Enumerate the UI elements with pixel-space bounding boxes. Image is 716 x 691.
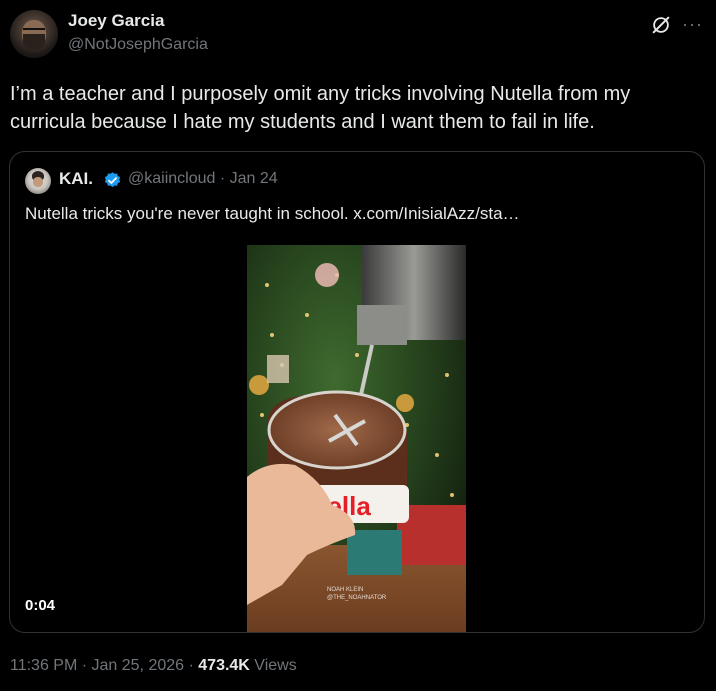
video-thumbnail: nutella NOAH KLEIN @THE_NOAHNATOR	[247, 245, 466, 632]
views-label: Views	[249, 657, 297, 674]
video-watermark-handle: @THE_NOAHNATOR	[327, 595, 387, 601]
video-duration: 0:04	[25, 597, 56, 614]
footer-separator-2: ·	[184, 657, 199, 674]
tweet-time[interactable]: 11:36 PM	[10, 657, 77, 674]
tweet-text: I’m a teacher and I purposely omit any t…	[10, 83, 631, 133]
quoted-avatar[interactable]	[25, 168, 51, 194]
avatar-glasses	[23, 28, 45, 35]
tweet-header: Joey Garcia @NotJosephGarcia ···	[10, 10, 706, 62]
quoted-separator: ·	[219, 170, 226, 187]
quoted-author-name[interactable]: KAI.	[59, 169, 93, 189]
quoted-handle[interactable]: @kaiincloud	[128, 170, 215, 187]
tweet-footer: 11:36 PM · Jan 25, 2026 · 473.4K Views	[10, 657, 297, 675]
grok-icon[interactable]	[650, 14, 672, 36]
video-watermark-name: NOAH KLEIN	[327, 587, 363, 593]
avatar-beard	[23, 34, 45, 50]
author-handle[interactable]: @NotJosephGarcia	[68, 36, 208, 54]
author-name[interactable]: Joey Garcia	[68, 11, 164, 31]
tweet-date[interactable]: Jan 25, 2026	[92, 657, 185, 674]
quoted-date[interactable]: Jan 24	[230, 170, 278, 187]
avatar[interactable]	[10, 10, 58, 58]
more-icon[interactable]: ···	[682, 15, 706, 33]
verified-icon	[104, 172, 121, 188]
video-player[interactable]: nutella NOAH KLEIN @THE_NOAHNATOR	[247, 245, 466, 632]
quoted-text[interactable]: Nutella tricks you're never taught in sc…	[25, 204, 520, 224]
footer-separator: ·	[77, 657, 92, 674]
view-count[interactable]: 473.4K	[198, 657, 250, 674]
quoted-meta: @kaiincloud · Jan 24	[128, 170, 278, 188]
quoted-tweet[interactable]: KAI. @kaiincloud · Jan 24 Nutella tricks…	[9, 151, 705, 633]
quoted-avatar-face	[33, 177, 43, 187]
